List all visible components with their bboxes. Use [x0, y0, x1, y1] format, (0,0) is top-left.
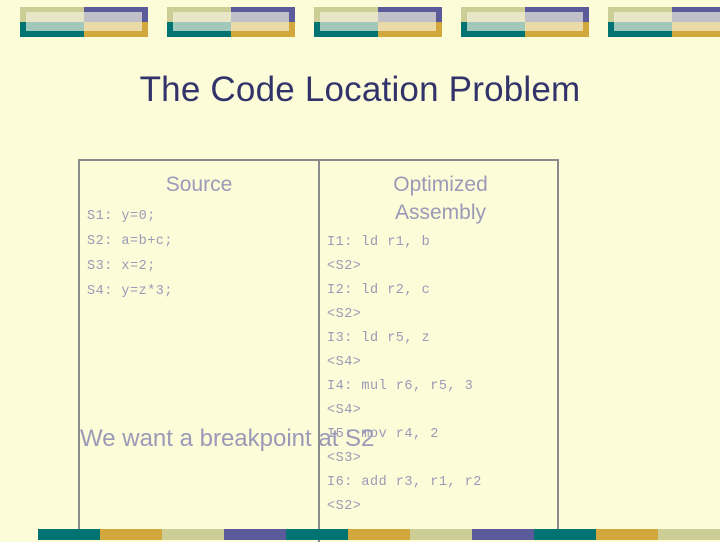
source-code-line: S2: a=b+c; [87, 234, 174, 249]
source-code-line: S4: y=z*3; [87, 284, 174, 299]
decoration-overlay [614, 12, 720, 31]
assembly-source-tag: <S4> [327, 403, 362, 418]
decoration-block [608, 7, 720, 37]
assembly-source-tag: <S2> [327, 259, 362, 274]
decoration-strip-segment [348, 529, 410, 540]
decoration-strip-segment [596, 529, 658, 540]
decoration-overlay [173, 12, 289, 31]
decoration-strip-segment [410, 529, 472, 540]
assembly-source-tag: <S2> [327, 307, 362, 322]
assembly-instruction-line: I3: ld r5, z [327, 331, 431, 346]
decoration-strip-segment [38, 529, 100, 540]
source-code-list: S1: y=0; S2: a=b+c; S3: x=2; S4: y=z*3; [80, 204, 318, 304]
assembly-source-tag: <S2> [327, 499, 362, 514]
decoration-strip-segment [472, 529, 534, 540]
assembly-header-line-1: Optimized [393, 173, 488, 196]
decoration-block [20, 7, 148, 37]
assembly-source-tag: <S4> [327, 355, 362, 370]
decoration-strip-segment [534, 529, 596, 540]
assembly-instruction-line: I6: add r3, r1, r2 [327, 475, 482, 490]
decoration-strip-segment [100, 529, 162, 540]
assembly-instruction-line: I4: mul r6, r5, 3 [327, 379, 474, 394]
decoration-strip-segment [162, 529, 224, 540]
assembly-column: Optimized Assembly I1: ld r1, b <S2> I2: l… [320, 161, 561, 518]
decoration-block [461, 7, 589, 37]
top-decoration-band [0, 0, 720, 46]
decoration-overlay [467, 12, 583, 31]
decoration-block [167, 7, 295, 37]
assembly-instruction-line: I2: ld r2, c [327, 283, 431, 298]
source-column-header: Source [165, 173, 233, 196]
breakpoint-caption: We want a breakpoint at S2 [80, 425, 375, 452]
assembly-instruction-line: I1: ld r1, b [327, 235, 431, 250]
decoration-strip-segment [658, 529, 720, 540]
page-title: The Code Location Problem [139, 70, 581, 109]
decoration-strip-segment [224, 529, 286, 540]
source-column: Source S1: y=0; S2: a=b+c; S3: x=2; S4: y=z… [80, 161, 318, 304]
source-code-line: S3: x=2; [87, 259, 156, 274]
code-comparison-table: Source S1: y=0; S2: a=b+c; S3: x=2; S4: y=z… [78, 159, 561, 542]
assembly-header-line-2: Assembly [394, 201, 487, 224]
bottom-decoration-strip [0, 529, 720, 540]
assembly-code-list: I1: ld r1, b <S2> I2: ld r2, c <S2> I3: ld r… [320, 230, 561, 518]
source-code-line: S1: y=0; [87, 209, 156, 224]
decoration-overlay [26, 12, 142, 31]
decoration-strip-segment [286, 529, 348, 540]
decoration-block [314, 7, 442, 37]
assembly-column-header: Optimized Assembly [320, 161, 561, 227]
decoration-overlay [320, 12, 436, 31]
